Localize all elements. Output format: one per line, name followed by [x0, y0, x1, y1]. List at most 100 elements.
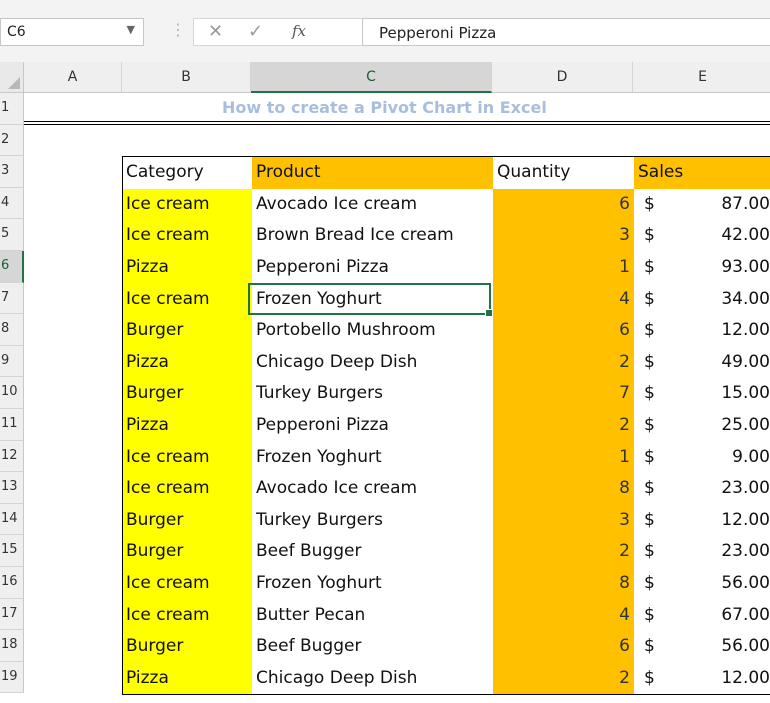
- row-header[interactable]: 7: [0, 282, 24, 315]
- cell-category[interactable]: Ice cream: [123, 283, 252, 316]
- column-header-e[interactable]: E: [633, 62, 770, 93]
- row-header[interactable]: 10: [0, 377, 24, 409]
- cell-area[interactable]: How to create a Pivot Chart in Excel Cat…: [24, 93, 770, 703]
- cell-quantity[interactable]: 4: [493, 599, 634, 632]
- cell-category[interactable]: Ice cream: [123, 441, 252, 474]
- select-all-button[interactable]: [0, 62, 24, 93]
- row-header[interactable]: 19: [0, 661, 24, 694]
- cell-sales[interactable]: $23.00: [634, 536, 770, 568]
- cell-product[interactable]: Butter Pecan: [252, 600, 493, 632]
- cell-sales[interactable]: $12.00: [634, 505, 770, 537]
- cell-quantity[interactable]: 2: [493, 662, 634, 695]
- cell-product[interactable]: Turkey Burgers: [252, 378, 493, 410]
- row-header[interactable]: 17: [0, 598, 24, 631]
- cell-category[interactable]: Pizza: [123, 251, 252, 284]
- cell-category[interactable]: Burger: [123, 536, 252, 568]
- cell-product[interactable]: Turkey Burgers: [252, 505, 493, 537]
- header-sales[interactable]: Sales: [634, 157, 770, 189]
- header-category[interactable]: Category: [123, 157, 252, 189]
- row-header[interactable]: 2: [0, 124, 24, 157]
- cell-product[interactable]: Beef Bugger: [252, 631, 493, 663]
- cell-quantity[interactable]: 2: [493, 409, 634, 442]
- cell-category[interactable]: Ice cream: [123, 188, 252, 221]
- cell-product[interactable]: Chicago Deep Dish: [252, 347, 493, 379]
- row-header[interactable]: 14: [0, 503, 24, 536]
- cell-category[interactable]: Ice cream: [123, 220, 252, 252]
- cell-sales[interactable]: $67.00: [634, 600, 770, 632]
- insert-function-icon[interactable]: fx: [292, 22, 306, 40]
- cell-quantity[interactable]: 1: [493, 441, 634, 474]
- cell-quantity[interactable]: 3: [493, 220, 634, 252]
- cell-product[interactable]: Avocado Ice cream: [252, 189, 493, 221]
- cell-sales[interactable]: $15.00: [634, 378, 770, 410]
- cell-sales[interactable]: $56.00: [634, 568, 770, 600]
- cell-category[interactable]: Pizza: [123, 409, 252, 442]
- cell-category[interactable]: Pizza: [123, 662, 252, 695]
- row-header[interactable]: 1: [0, 93, 24, 125]
- cell-sales[interactable]: $34.00: [634, 284, 770, 316]
- cell-sales[interactable]: $12.00: [634, 315, 770, 347]
- cell-category[interactable]: Pizza: [123, 346, 252, 379]
- column-header-c[interactable]: C: [251, 62, 492, 93]
- cell-sales[interactable]: $25.00: [634, 410, 770, 442]
- row-header[interactable]: 15: [0, 535, 24, 567]
- cell-sales[interactable]: $23.00: [634, 473, 770, 505]
- cell-product[interactable]: Chicago Deep Dish: [252, 663, 493, 695]
- cell-category[interactable]: Ice cream: [123, 599, 252, 632]
- cell-category[interactable]: Ice cream: [123, 473, 252, 505]
- header-product[interactable]: Product: [252, 157, 493, 189]
- name-box[interactable]: C6 ▼: [0, 18, 144, 46]
- cancel-icon[interactable]: ✕: [208, 21, 223, 42]
- row-header[interactable]: 16: [0, 567, 24, 599]
- header-quantity[interactable]: Quantity: [493, 157, 634, 189]
- chevron-down-icon[interactable]: ▼: [127, 23, 135, 36]
- row-header[interactable]: 12: [0, 440, 24, 473]
- active-cell-c6[interactable]: [248, 282, 493, 317]
- cell-category[interactable]: Ice cream: [123, 567, 252, 600]
- cell-quantity[interactable]: 8: [493, 567, 634, 600]
- row-header-selected[interactable]: 6: [0, 251, 24, 283]
- row-header[interactable]: 3: [0, 156, 24, 188]
- cell-sales[interactable]: $9.00: [634, 442, 770, 474]
- cell-quantity[interactable]: 8: [493, 473, 634, 505]
- row-header[interactable]: 18: [0, 630, 24, 662]
- cell-quantity[interactable]: 1: [493, 251, 634, 284]
- row-header[interactable]: 4: [0, 187, 24, 220]
- row-header[interactable]: 13: [0, 472, 24, 504]
- column-header-d[interactable]: D: [492, 62, 633, 93]
- column-header-a[interactable]: A: [24, 62, 122, 93]
- cell-quantity[interactable]: 2: [493, 536, 634, 568]
- column-header-b[interactable]: B: [122, 62, 251, 93]
- cell-quantity[interactable]: 3: [493, 504, 634, 537]
- cell-sales[interactable]: $42.00: [634, 220, 770, 252]
- cell-category[interactable]: Burger: [123, 315, 252, 347]
- cell-quantity[interactable]: 6: [493, 315, 634, 347]
- cell-sales[interactable]: $93.00: [634, 252, 770, 284]
- cell-product[interactable]: Brown Bread Ice cream: [252, 220, 493, 252]
- cell-quantity[interactable]: 6: [493, 631, 634, 663]
- row-header[interactable]: 11: [0, 409, 24, 441]
- cell-category[interactable]: Burger: [123, 378, 252, 410]
- cell-quantity[interactable]: 4: [493, 283, 634, 316]
- row-header[interactable]: 8: [0, 314, 24, 346]
- cell-category[interactable]: Burger: [123, 631, 252, 663]
- row-header[interactable]: 5: [0, 219, 24, 251]
- cell-quantity[interactable]: 6: [493, 188, 634, 221]
- cell-product[interactable]: Frozen Yoghurt: [252, 442, 493, 474]
- cell-product[interactable]: Frozen Yoghurt: [252, 568, 493, 600]
- cell-sales[interactable]: $12.00: [634, 663, 770, 695]
- enter-check-icon[interactable]: ✓: [248, 21, 263, 42]
- title-cell[interactable]: How to create a Pivot Chart in Excel: [24, 93, 770, 125]
- cell-sales[interactable]: $87.00: [634, 189, 770, 221]
- formula-input[interactable]: Pepperoni Pizza: [362, 18, 770, 46]
- cell-product[interactable]: Avocado Ice cream: [252, 473, 493, 505]
- cell-product[interactable]: Portobello Mushroom: [252, 315, 493, 347]
- cell-quantity[interactable]: 7: [493, 378, 634, 410]
- row-header[interactable]: 9: [0, 345, 24, 378]
- cell-product[interactable]: Pepperoni Pizza: [252, 252, 493, 284]
- cell-sales[interactable]: $49.00: [634, 347, 770, 379]
- fill-handle[interactable]: [485, 308, 493, 317]
- cell-category[interactable]: Burger: [123, 504, 252, 537]
- cell-product[interactable]: Pepperoni Pizza: [252, 410, 493, 442]
- cell-sales[interactable]: $56.00: [634, 631, 770, 663]
